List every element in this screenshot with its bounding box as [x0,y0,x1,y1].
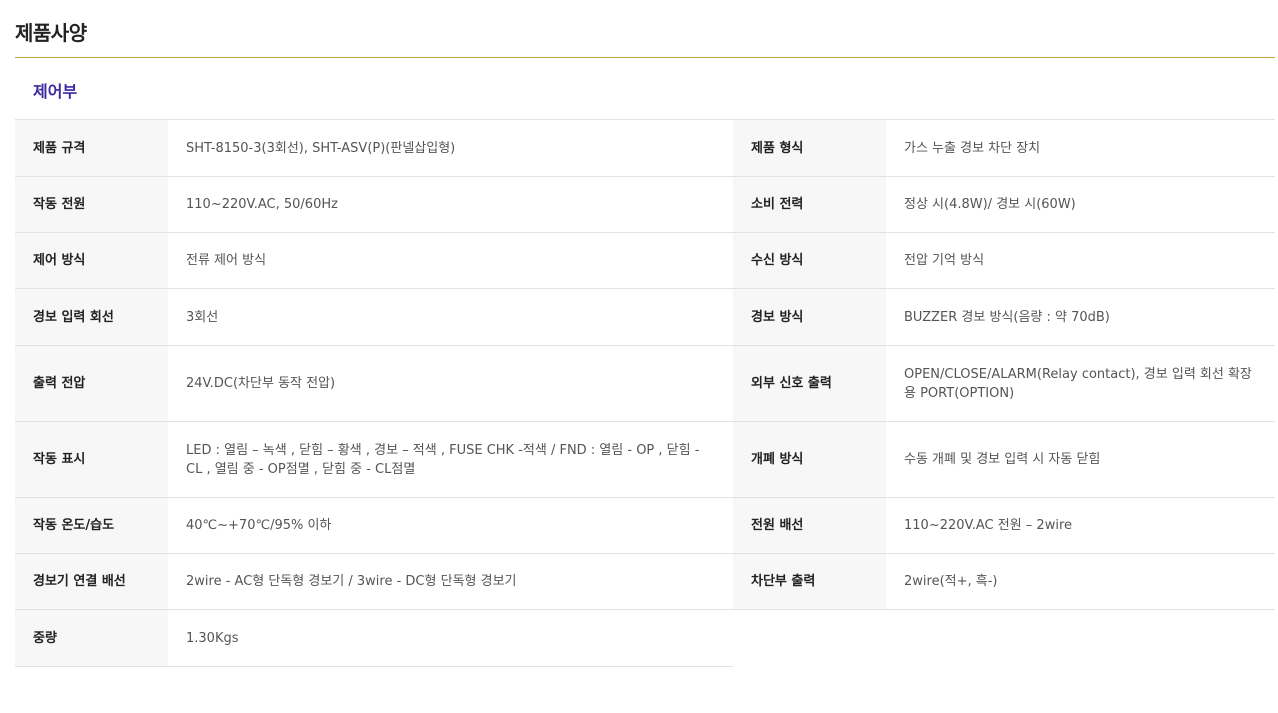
title-divider [15,57,1275,58]
spec-table: 제품 규격 SHT-8150-3(3회선), SHT-ASV(P)(판넬삽입형)… [15,119,1275,667]
spec-value: 3회선 [168,288,733,346]
spec-value: 2wire - AC형 단독형 경보기 / 3wire - DC형 단독형 경보… [168,553,733,610]
spec-value: OPEN/CLOSE/ALARM(Relay contact), 경보 입력 회… [886,345,1275,422]
spec-value: 110~220V.AC, 50/60Hz [168,176,733,233]
spec-label: 제품 형식 [733,119,886,177]
spec-value: 110~220V.AC 전원 – 2wire [886,497,1275,554]
spec-label: 작동 표시 [15,421,168,498]
spec-value: BUZZER 경보 방식(음량 : 약 70dB) [886,288,1275,346]
spec-value: 가스 누출 경보 차단 장치 [886,119,1275,177]
spec-value: 24V.DC(차단부 동작 전압) [168,345,733,422]
spec-label: 작동 온도/습도 [15,497,168,554]
spec-value: 수동 개폐 및 경보 입력 시 자동 닫힘 [886,421,1275,498]
table-row: 작동 전원 110~220V.AC, 50/60Hz 소비 전력 정상 시(4.… [15,176,1275,233]
spec-label: 제품 규격 [15,119,168,177]
table-row: 제품 규격 SHT-8150-3(3회선), SHT-ASV(P)(판넬삽입형)… [15,119,1275,177]
spec-value: 전류 제어 방식 [168,232,733,289]
spec-label: 중량 [15,609,168,667]
section-title: 제어부 [33,82,78,101]
spec-value: SHT-8150-3(3회선), SHT-ASV(P)(판넬삽입형) [168,119,733,177]
spec-value: 전압 기억 방식 [886,232,1275,289]
spec-label: 전원 배선 [733,497,886,554]
spec-value: 1.30Kgs [168,609,733,667]
spec-value: 정상 시(4.8W)/ 경보 시(60W) [886,176,1275,233]
spec-label: 경보기 연결 배선 [15,553,168,610]
spec-value: 40℃~+70℃/95% 이하 [168,497,733,554]
empty-cell [733,609,1275,667]
spec-label: 차단부 출력 [733,553,886,610]
spec-label: 출력 전압 [15,345,168,422]
table-row: 경보기 연결 배선 2wire - AC형 단독형 경보기 / 3wire - … [15,553,1275,610]
table-row: 경보 입력 회선 3회선 경보 방식 BUZZER 경보 방식(음량 : 약 7… [15,288,1275,346]
spec-label: 소비 전력 [733,176,886,233]
table-row: 출력 전압 24V.DC(차단부 동작 전압) 외부 신호 출력 OPEN/CL… [15,345,1275,422]
table-row: 작동 온도/습도 40℃~+70℃/95% 이하 전원 배선 110~220V.… [15,497,1275,554]
page-title: 제품사양 [15,21,87,45]
spec-label: 경보 입력 회선 [15,288,168,346]
spec-label: 제어 방식 [15,232,168,289]
spec-label: 작동 전원 [15,176,168,233]
table-row: 작동 표시 LED : 열림 – 녹색 , 닫힘 – 황색 , 경보 – 적색 … [15,421,1275,498]
spec-value: LED : 열림 – 녹색 , 닫힘 – 황색 , 경보 – 적색 , FUSE… [168,421,733,498]
spec-label: 수신 방식 [733,232,886,289]
table-row: 중량 1.30Kgs [15,609,1275,667]
spec-value: 2wire(적+, 흑-) [886,553,1275,610]
spec-label: 외부 신호 출력 [733,345,886,422]
table-row: 제어 방식 전류 제어 방식 수신 방식 전압 기억 방식 [15,232,1275,289]
spec-label: 경보 방식 [733,288,886,346]
spec-label: 개폐 방식 [733,421,886,498]
